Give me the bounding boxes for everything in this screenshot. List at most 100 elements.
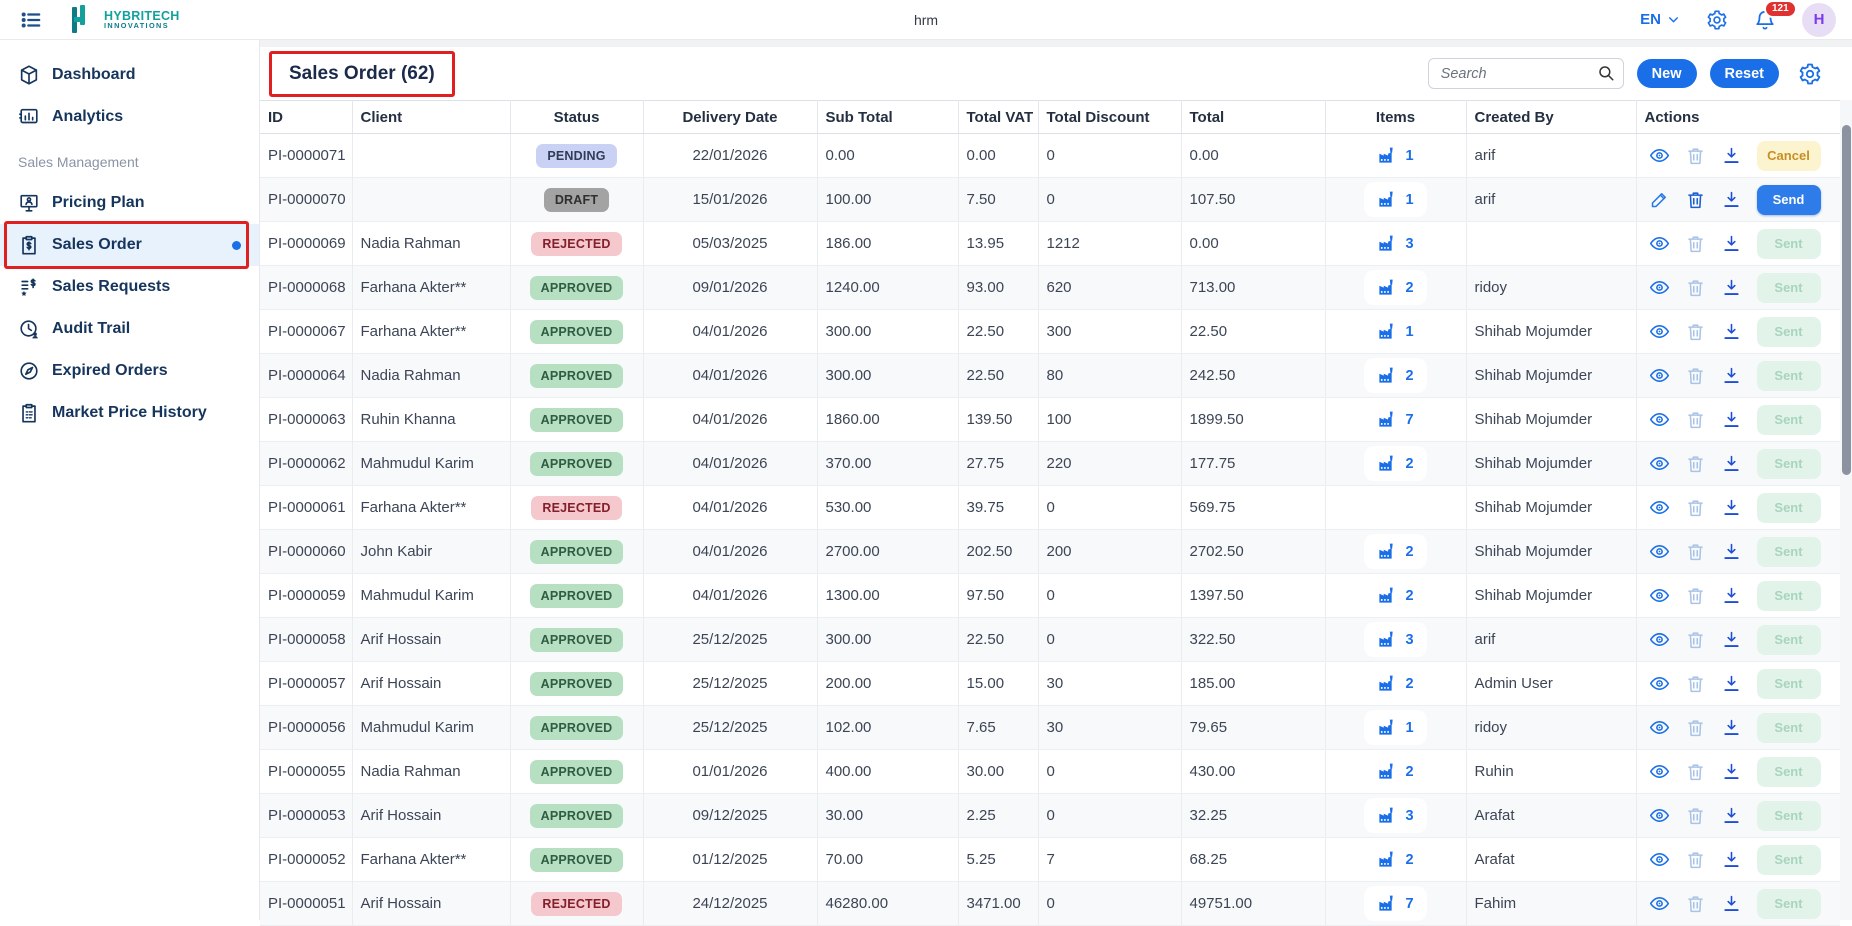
view-eye-icon[interactable] (1649, 629, 1670, 650)
delete-trash-icon[interactable] (1685, 629, 1706, 650)
download-icon[interactable] (1721, 673, 1742, 694)
scrollbar-thumb[interactable] (1842, 125, 1851, 475)
download-icon[interactable] (1721, 717, 1742, 738)
table-settings-gear-icon[interactable] (1798, 62, 1822, 86)
view-eye-icon[interactable] (1649, 717, 1670, 738)
view-eye-icon[interactable] (1649, 673, 1670, 694)
items-link[interactable]: 2 (1364, 578, 1426, 613)
delete-trash-icon[interactable] (1685, 849, 1706, 870)
sent-button[interactable]: Sent (1757, 669, 1821, 699)
items-link[interactable]: 2 (1364, 446, 1426, 481)
sent-button[interactable]: Sent (1757, 229, 1821, 259)
view-eye-icon[interactable] (1649, 277, 1670, 298)
download-icon[interactable] (1721, 453, 1742, 474)
delete-trash-icon[interactable] (1685, 277, 1706, 298)
delete-trash-icon[interactable] (1685, 409, 1706, 430)
sent-button[interactable]: Sent (1757, 317, 1821, 347)
delete-trash-icon[interactable] (1685, 893, 1706, 914)
download-icon[interactable] (1721, 365, 1742, 386)
delete-trash-icon[interactable] (1685, 585, 1706, 606)
delete-trash-icon[interactable] (1685, 453, 1706, 474)
items-link[interactable]: 2 (1364, 270, 1426, 305)
items-link[interactable]: 1 (1364, 138, 1426, 173)
view-eye-icon[interactable] (1649, 453, 1670, 474)
delete-trash-icon[interactable] (1685, 717, 1706, 738)
items-link[interactable]: 2 (1364, 666, 1426, 701)
sidebar-item-sales-requests[interactable]: Sales Requests (0, 266, 259, 308)
view-eye-icon[interactable] (1649, 761, 1670, 782)
items-link[interactable]: 3 (1364, 622, 1426, 657)
new-button[interactable]: New (1637, 59, 1697, 88)
download-icon[interactable] (1721, 409, 1742, 430)
download-icon[interactable] (1721, 189, 1742, 210)
sent-button[interactable]: Sent (1757, 449, 1821, 479)
edit-pencil-icon[interactable] (1649, 189, 1670, 210)
sidebar-item-expired-orders[interactable]: Expired Orders (0, 350, 259, 392)
download-icon[interactable] (1721, 629, 1742, 650)
download-icon[interactable] (1721, 233, 1742, 254)
settings-gear-icon[interactable] (1706, 9, 1728, 31)
sidebar-item-sales-order[interactable]: Sales Order (0, 224, 259, 266)
view-eye-icon[interactable] (1649, 497, 1670, 518)
items-link[interactable]: 1 (1364, 314, 1426, 349)
sent-button[interactable]: Sent (1757, 273, 1821, 303)
download-icon[interactable] (1721, 849, 1742, 870)
notifications-bell-icon[interactable]: 121 (1754, 9, 1776, 31)
sent-button[interactable]: Sent (1757, 845, 1821, 875)
items-link[interactable]: 2 (1364, 358, 1426, 393)
view-eye-icon[interactable] (1649, 541, 1670, 562)
items-link[interactable]: 7 (1364, 402, 1426, 437)
download-icon[interactable] (1721, 585, 1742, 606)
items-link[interactable]: 7 (1364, 886, 1426, 921)
view-eye-icon[interactable] (1649, 365, 1670, 386)
items-link[interactable]: 2 (1364, 754, 1426, 789)
view-eye-icon[interactable] (1649, 409, 1670, 430)
send-button[interactable]: Send (1757, 185, 1821, 215)
delete-trash-icon[interactable] (1685, 321, 1706, 342)
language-selector[interactable]: EN (1640, 11, 1680, 28)
company-logo[interactable]: HYBRITECH INNOVATIONS (68, 5, 180, 35)
download-icon[interactable] (1721, 145, 1742, 166)
sent-button[interactable]: Sent (1757, 889, 1821, 919)
download-icon[interactable] (1721, 761, 1742, 782)
view-eye-icon[interactable] (1649, 849, 1670, 870)
delete-trash-icon[interactable] (1685, 673, 1706, 694)
sidebar-item-dashboard[interactable]: Dashboard (0, 54, 259, 96)
sidebar-item-analytics[interactable]: Analytics (0, 96, 259, 138)
items-link[interactable]: 1 (1364, 182, 1426, 217)
delete-trash-icon[interactable] (1685, 761, 1706, 782)
sent-button[interactable]: Sent (1757, 537, 1821, 567)
cancel-button[interactable]: Cancel (1757, 141, 1821, 171)
view-eye-icon[interactable] (1649, 233, 1670, 254)
items-link[interactable]: 2 (1364, 842, 1426, 877)
view-eye-icon[interactable] (1649, 805, 1670, 826)
sent-button[interactable]: Sent (1757, 361, 1821, 391)
sent-button[interactable]: Sent (1757, 625, 1821, 655)
sent-button[interactable]: Sent (1757, 405, 1821, 435)
sidebar-item-audit-trail[interactable]: Audit Trail (0, 308, 259, 350)
user-avatar[interactable]: H (1802, 3, 1836, 37)
sent-button[interactable]: Sent (1757, 801, 1821, 831)
sidebar-item-market-price-history[interactable]: Market Price History (0, 392, 259, 434)
sent-button[interactable]: Sent (1757, 757, 1821, 787)
items-link[interactable]: 2 (1364, 534, 1426, 569)
download-icon[interactable] (1721, 805, 1742, 826)
download-icon[interactable] (1721, 497, 1742, 518)
delete-trash-icon[interactable] (1685, 805, 1706, 826)
sent-button[interactable]: Sent (1757, 713, 1821, 743)
sent-button[interactable]: Sent (1757, 493, 1821, 523)
view-eye-icon[interactable] (1649, 893, 1670, 914)
delete-trash-icon[interactable] (1685, 497, 1706, 518)
sidebar-item-pricing-plan[interactable]: Pricing Plan (0, 182, 259, 224)
search-input[interactable] (1428, 58, 1624, 89)
delete-trash-icon[interactable] (1685, 541, 1706, 562)
delete-trash-icon[interactable] (1685, 145, 1706, 166)
items-link[interactable]: 1 (1364, 710, 1426, 745)
items-link[interactable]: 3 (1364, 226, 1426, 261)
delete-trash-icon[interactable] (1685, 233, 1706, 254)
view-eye-icon[interactable] (1649, 321, 1670, 342)
download-icon[interactable] (1721, 321, 1742, 342)
download-icon[interactable] (1721, 541, 1742, 562)
download-icon[interactable] (1721, 893, 1742, 914)
view-eye-icon[interactable] (1649, 585, 1670, 606)
